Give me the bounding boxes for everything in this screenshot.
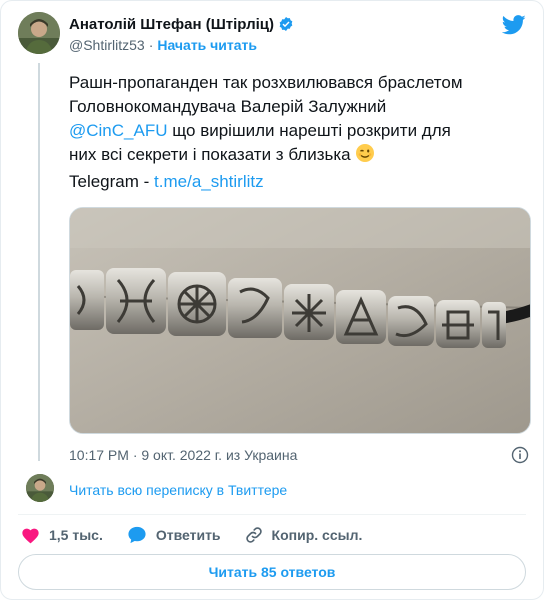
link-icon bbox=[245, 527, 262, 543]
telegram-prefix: Telegram - bbox=[69, 172, 155, 191]
tweet-embed-card: Анатолій Штефан (Штірліц) @Shtirlitz53 ·… bbox=[0, 0, 544, 600]
author-handle[interactable]: @Shtirlitz53 bbox=[69, 37, 145, 53]
tweet-line-3: @CinC_AFU що вирішили нарешті розкрити д… bbox=[69, 119, 527, 143]
like-count: 1,5 тыс. bbox=[49, 527, 103, 543]
author-display-name[interactable]: Анатолій Штефан (Штірліц) bbox=[69, 16, 274, 33]
tweet-actions-bar: 1,5 тыс. Ответить Копир. ссыл. bbox=[21, 523, 386, 547]
tweet-line-3-rest: що вирішили нарешті розкрити для bbox=[167, 121, 451, 140]
thread-connector-line bbox=[38, 63, 40, 461]
tweet-photo[interactable] bbox=[69, 207, 531, 434]
read-replies-button[interactable]: Читать 85 ответов bbox=[18, 554, 526, 590]
separator-dot: · bbox=[148, 37, 154, 53]
twitter-bird-icon[interactable] bbox=[501, 15, 526, 35]
mention-link[interactable]: @CinC_AFU bbox=[69, 121, 168, 140]
reply-label: Ответить bbox=[155, 527, 221, 543]
copy-link-label: Копир. ссыл. bbox=[271, 527, 363, 543]
info-icon[interactable] bbox=[511, 446, 529, 464]
reply-bubble-icon bbox=[128, 526, 146, 544]
tweet-meta-row: 10:17 PM · 9 окт. 2022 г. из Украина bbox=[69, 445, 529, 465]
like-button[interactable]: 1,5 тыс. bbox=[21, 526, 103, 544]
tweet-line-1: Рашн-пропаганден так розхвилювався брасл… bbox=[69, 73, 463, 92]
read-full-thread-link[interactable]: Читать всю переписку в Твиттере bbox=[69, 482, 287, 498]
thread-avatar[interactable] bbox=[26, 474, 54, 502]
follow-button[interactable]: Начать читать bbox=[157, 37, 257, 53]
tweet-text: Рашн-пропаганден так розхвилювався брасл… bbox=[69, 71, 527, 194]
tweet-line-4-text: них всі секрети і показати з близька bbox=[69, 145, 351, 164]
copy-link-button[interactable]: Копир. ссыл. bbox=[245, 526, 363, 544]
tweet-header: Анатолій Штефан (Штірліц) @Shtirlitz53 ·… bbox=[69, 14, 523, 58]
verified-badge-icon bbox=[278, 16, 294, 32]
telegram-link[interactable]: t.me/a_shtirlitz bbox=[154, 172, 264, 191]
author-avatar[interactable] bbox=[18, 12, 60, 54]
tweet-line-2: Головнокомандувача Валерій Залужний bbox=[69, 97, 387, 116]
tweet-line-5: Telegram - t.me/a_shtirlitz bbox=[69, 170, 527, 194]
heart-icon bbox=[22, 528, 39, 544]
author-name-row: Анатолій Штефан (Штірліц) bbox=[69, 14, 523, 34]
tweet-timestamp[interactable]: 10:17 PM · 9 окт. 2022 г. из Украина bbox=[69, 447, 297, 463]
author-handle-row: @Shtirlitz53 · Начать читать bbox=[69, 37, 523, 53]
winking-face-emoji bbox=[355, 143, 375, 170]
actions-divider bbox=[18, 514, 526, 515]
reply-button[interactable]: Ответить bbox=[127, 526, 221, 544]
tweet-line-4: них всі секрети і показати з близька bbox=[69, 143, 527, 170]
